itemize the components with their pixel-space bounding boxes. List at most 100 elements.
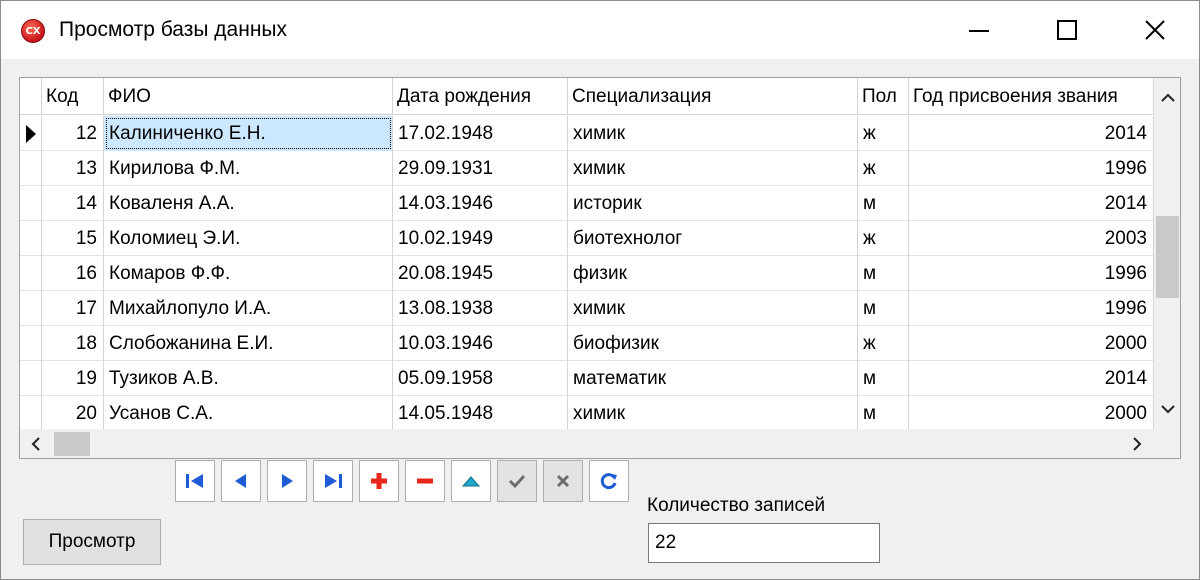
scroll-right-icon[interactable] [1123,430,1150,457]
cell-sex[interactable]: ж [858,151,909,186]
cell-sex[interactable]: м [858,361,909,396]
cell-spec[interactable]: химик [568,116,858,151]
scroll-up-icon[interactable] [1154,84,1180,111]
cell-fio[interactable]: Калиниченко Е.Н. [104,116,393,151]
cell-birth[interactable]: 10.03.1946 [393,326,568,361]
table-row[interactable]: 18 Слобожанина Е.И. 10.03.1946 биофизик ж 200… [20,326,1154,361]
cell-birth[interactable]: 14.03.1946 [393,186,568,221]
record-count-field[interactable]: 22 [648,523,880,563]
table-row[interactable]: 14 Коваленя А.А. 14.03.1946 историк м 2014 [20,186,1154,221]
cell-fio[interactable]: Михайлопуло И.А. [104,291,393,326]
cell-fio[interactable]: Кирилова Ф.М. [104,151,393,186]
cell-sex[interactable]: м [858,291,909,326]
cell-sex[interactable]: ж [858,116,909,151]
cell-code[interactable]: 18 [42,326,104,361]
row-indicator-cell[interactable] [20,186,42,221]
cell-sex[interactable]: ж [858,221,909,256]
table-row[interactable]: 20 Усанов С.А. 14.05.1948 химик м 2000 [20,396,1154,431]
cell-code[interactable]: 20 [42,396,104,431]
cell-sex[interactable]: ж [858,326,909,361]
cell-spec[interactable]: математик [568,361,858,396]
cell-birth[interactable]: 29.09.1931 [393,151,568,186]
scroll-down-icon[interactable] [1154,395,1180,422]
cell-fio[interactable]: Комаров Ф.Ф. [104,256,393,291]
cell-year[interactable]: 2014 [909,186,1154,221]
cell-year[interactable]: 2003 [909,221,1154,256]
column-header-sex[interactable]: Пол [858,78,909,115]
cell-fio[interactable]: Коваленя А.А. [104,186,393,221]
row-indicator-cell[interactable] [20,256,42,291]
cell-spec[interactable]: биотехнолог [568,221,858,256]
cell-fio[interactable]: Усанов С.А. [104,396,393,431]
cell-year[interactable]: 2000 [909,396,1154,431]
row-indicator-cell[interactable] [20,116,42,151]
cell-year[interactable]: 2014 [909,116,1154,151]
cell-year[interactable]: 1996 [909,256,1154,291]
cell-code[interactable]: 14 [42,186,104,221]
cell-fio[interactable]: Слобожанина Е.И. [104,326,393,361]
column-header-year[interactable]: Год присвоения звания [909,78,1154,115]
cell-code[interactable]: 17 [42,291,104,326]
horizontal-scroll-thumb[interactable] [54,432,90,456]
cell-fio[interactable]: Тузиков А.В. [104,361,393,396]
cell-birth[interactable]: 10.02.1949 [393,221,568,256]
column-header-birth[interactable]: Дата рождения [393,78,568,115]
cell-birth[interactable]: 13.08.1938 [393,291,568,326]
cell-birth[interactable]: 14.05.1948 [393,396,568,431]
cell-code[interactable]: 15 [42,221,104,256]
cell-year[interactable]: 2014 [909,361,1154,396]
cell-birth[interactable]: 17.02.1948 [393,116,568,151]
maximize-button[interactable] [1023,1,1111,59]
cell-spec[interactable]: историк [568,186,858,221]
cell-birth[interactable]: 20.08.1945 [393,256,568,291]
scroll-left-icon[interactable] [22,430,49,457]
cell-code[interactable]: 12 [42,116,104,151]
view-button[interactable]: Просмотр [23,519,161,565]
next-record-button[interactable] [267,460,307,502]
row-indicator-cell[interactable] [20,326,42,361]
row-indicator-cell[interactable] [20,396,42,431]
table-row[interactable]: 19 Тузиков А.В. 05.09.1958 математик м 2014 [20,361,1154,396]
row-indicator-cell[interactable] [20,151,42,186]
horizontal-scrollbar[interactable] [20,429,1154,458]
cell-spec[interactable]: физик [568,256,858,291]
table-row[interactable]: 15 Коломиец Э.И. 10.02.1949 биотехнолог ж 200… [20,221,1154,256]
close-button[interactable] [1111,1,1199,59]
cell-spec[interactable]: биофизик [568,326,858,361]
vertical-scrollbar[interactable] [1154,78,1180,422]
cancel-record-button[interactable] [543,460,583,502]
column-header-spec[interactable]: Специализация [568,78,858,115]
column-header-code[interactable]: Код [42,78,104,115]
prior-record-button[interactable] [221,460,261,502]
row-indicator-cell[interactable] [20,221,42,256]
row-indicator-cell[interactable] [20,361,42,396]
cell-sex[interactable]: м [858,396,909,431]
cell-year[interactable]: 1996 [909,291,1154,326]
table-row[interactable]: 16 Комаров Ф.Ф. 20.08.1945 физик м 1996 [20,256,1154,291]
post-record-button[interactable] [497,460,537,502]
insert-record-button[interactable] [359,460,399,502]
refresh-records-button[interactable] [589,460,629,502]
records-grid[interactable]: Код ФИО Дата рождения Специализация Пол Год п… [19,77,1181,459]
row-indicator-cell[interactable] [20,291,42,326]
table-row[interactable]: 13 Кирилова Ф.М. 29.09.1931 химик ж 1996 [20,151,1154,186]
title-bar[interactable]: CX Просмотр базы данных [1,1,1199,59]
cell-year[interactable]: 2000 [909,326,1154,361]
first-record-button[interactable] [175,460,215,502]
cell-code[interactable]: 19 [42,361,104,396]
vertical-scroll-thumb[interactable] [1156,216,1179,298]
cell-spec[interactable]: химик [568,151,858,186]
cell-spec[interactable]: химик [568,291,858,326]
table-row[interactable]: 12 Калиниченко Е.Н. 17.02.1948 химик ж 2014 [20,116,1154,151]
cell-code[interactable]: 16 [42,256,104,291]
table-row[interactable]: 17 Михайлопуло И.А. 13.08.1938 химик м 1996 [20,291,1154,326]
edit-record-button[interactable] [451,460,491,502]
cell-spec[interactable]: химик [568,396,858,431]
cell-code[interactable]: 13 [42,151,104,186]
cell-sex[interactable]: м [858,256,909,291]
column-header-fio[interactable]: ФИО [104,78,393,115]
cell-birth[interactable]: 05.09.1958 [393,361,568,396]
delete-record-button[interactable] [405,460,445,502]
last-record-button[interactable] [313,460,353,502]
minimize-button[interactable] [935,1,1023,59]
